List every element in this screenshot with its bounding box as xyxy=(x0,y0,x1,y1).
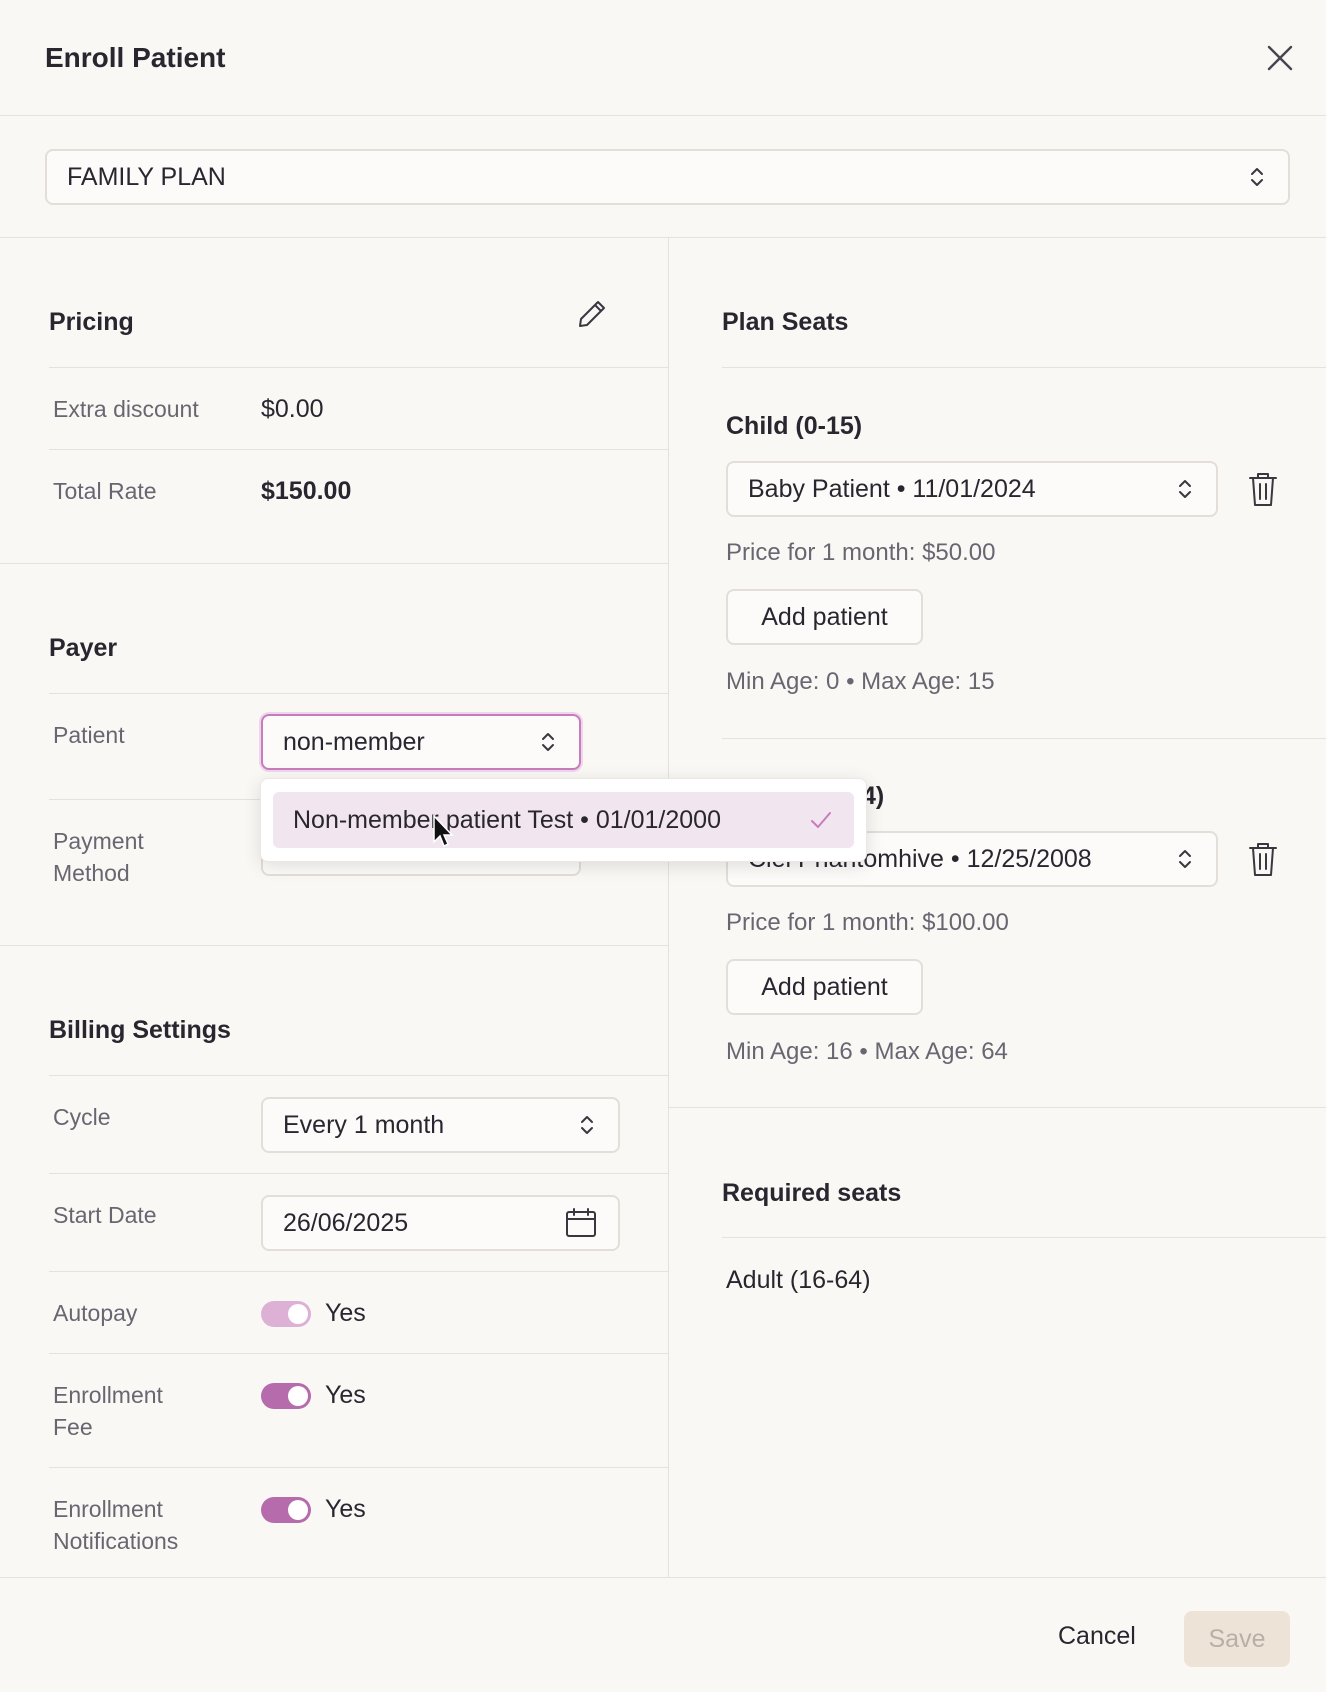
billing-row-divider xyxy=(49,1271,668,1272)
chevron-up-down-icon xyxy=(1179,850,1191,868)
close-button[interactable] xyxy=(1260,38,1300,78)
enrollment-notifications-label-line2: Notifications xyxy=(53,1528,179,1554)
check-icon xyxy=(811,812,831,828)
payer-section-divider xyxy=(0,945,668,946)
payer-divider xyxy=(49,693,668,694)
remove-seat-button[interactable] xyxy=(1245,839,1281,879)
patient-search-value: non-member xyxy=(283,727,425,756)
chevron-up-down-icon xyxy=(1251,168,1263,186)
seat-patient-value: Baby Patient • 11/01/2024 xyxy=(748,474,1036,503)
enrollment-notifications-toggle[interactable] xyxy=(261,1497,311,1523)
enrollment-fee-label-line2: Fee xyxy=(53,1414,93,1440)
seat-group-divider xyxy=(722,738,1326,739)
total-rate-label: Total Rate xyxy=(53,478,157,504)
patient-option[interactable]: Non-member patient Test • 01/01/2000 xyxy=(273,792,854,848)
billing-row-divider xyxy=(49,1173,668,1174)
close-icon xyxy=(1267,45,1293,71)
trash-icon xyxy=(1249,843,1277,876)
billing-row-divider xyxy=(49,1467,668,1468)
payment-method-label-line1: Payment xyxy=(53,828,144,854)
patient-search-input[interactable]: non-member xyxy=(261,714,581,770)
remove-seat-button[interactable] xyxy=(1245,469,1281,509)
plan-divider xyxy=(0,237,1326,238)
modal-title: Enroll Patient xyxy=(45,42,226,73)
header-divider xyxy=(0,115,1326,116)
total-rate-value: $150.00 xyxy=(261,477,352,505)
pricing-divider xyxy=(49,367,668,368)
cancel-button[interactable]: Cancel xyxy=(1058,1622,1136,1651)
trash-icon xyxy=(1249,473,1277,506)
chevron-up-down-icon xyxy=(542,733,554,751)
seat-price: Price for 1 month: $100.00 xyxy=(726,909,1009,936)
chevron-up-down-icon xyxy=(1179,480,1191,498)
enrollment-fee-label-line1: Enrollment xyxy=(53,1382,163,1408)
patient-dropdown: Non-member patient Test • 01/01/2000 xyxy=(260,778,867,862)
mouse-cursor-icon xyxy=(433,814,454,848)
seats-divider xyxy=(722,367,1326,368)
start-date-input[interactable]: 26/06/2025 xyxy=(261,1195,620,1251)
patient-option-label: Non-member patient Test • 01/01/2000 xyxy=(293,805,721,834)
pricing-section-divider xyxy=(0,563,668,564)
payment-method-label: Payment Method xyxy=(53,825,144,889)
cycle-value: Every 1 month xyxy=(283,1110,445,1139)
column-divider xyxy=(668,237,669,1578)
enrollment-notifications-value: Yes xyxy=(325,1495,366,1523)
required-seat-item: Adult (16-64) xyxy=(726,1266,871,1294)
enrollment-fee-value: Yes xyxy=(325,1381,366,1409)
required-seats-title: Required seats xyxy=(722,1179,902,1207)
seat-age-range: Min Age: 16 • Max Age: 64 xyxy=(726,1038,1008,1065)
patient-label: Patient xyxy=(53,722,125,748)
payment-method-label-line2: Method xyxy=(53,860,130,886)
pricing-row-divider xyxy=(49,449,668,450)
extra-discount-value: $0.00 xyxy=(261,395,324,423)
plan-select[interactable]: FAMILY PLAN xyxy=(45,149,1290,205)
pricing-title: Pricing xyxy=(49,308,134,336)
billing-divider xyxy=(49,1075,668,1076)
start-date-label: Start Date xyxy=(53,1202,157,1228)
autopay-toggle[interactable] xyxy=(261,1301,311,1327)
start-date-value: 26/06/2025 xyxy=(283,1208,409,1237)
seat-price: Price for 1 month: $50.00 xyxy=(726,539,996,566)
enrollment-notifications-label-line1: Enrollment xyxy=(53,1496,163,1522)
cycle-select[interactable]: Every 1 month xyxy=(261,1097,620,1153)
edit-pricing-button[interactable] xyxy=(574,296,610,332)
required-seats-divider xyxy=(722,1237,1326,1238)
extra-discount-label: Extra discount xyxy=(53,396,199,422)
billing-title: Billing Settings xyxy=(49,1016,231,1044)
plan-select-value: FAMILY PLAN xyxy=(67,162,226,191)
add-patient-button[interactable]: Add patient xyxy=(726,589,923,645)
chevron-up-down-icon xyxy=(581,1116,593,1134)
seat-patient-select[interactable]: Baby Patient • 11/01/2024 xyxy=(726,461,1218,517)
enrollment-notifications-label: Enrollment Notifications xyxy=(53,1493,178,1557)
billing-row-divider xyxy=(49,1353,668,1354)
seats-section-divider xyxy=(668,1107,1326,1108)
enrollment-fee-label: Enrollment Fee xyxy=(53,1379,163,1443)
autopay-value: Yes xyxy=(325,1299,366,1327)
cycle-label: Cycle xyxy=(53,1104,111,1130)
plan-seats-title: Plan Seats xyxy=(722,308,849,336)
save-button[interactable]: Save xyxy=(1184,1611,1290,1667)
enrollment-fee-toggle[interactable] xyxy=(261,1383,311,1409)
payer-title: Payer xyxy=(49,634,118,662)
footer-divider xyxy=(0,1577,1326,1578)
pencil-icon xyxy=(579,301,605,327)
seat-group-title: Child (0-15) xyxy=(726,412,863,440)
calendar-icon[interactable] xyxy=(564,1206,598,1240)
add-patient-button[interactable]: Add patient xyxy=(726,959,923,1015)
autopay-label: Autopay xyxy=(53,1300,138,1326)
seat-age-range: Min Age: 0 • Max Age: 15 xyxy=(726,668,995,695)
